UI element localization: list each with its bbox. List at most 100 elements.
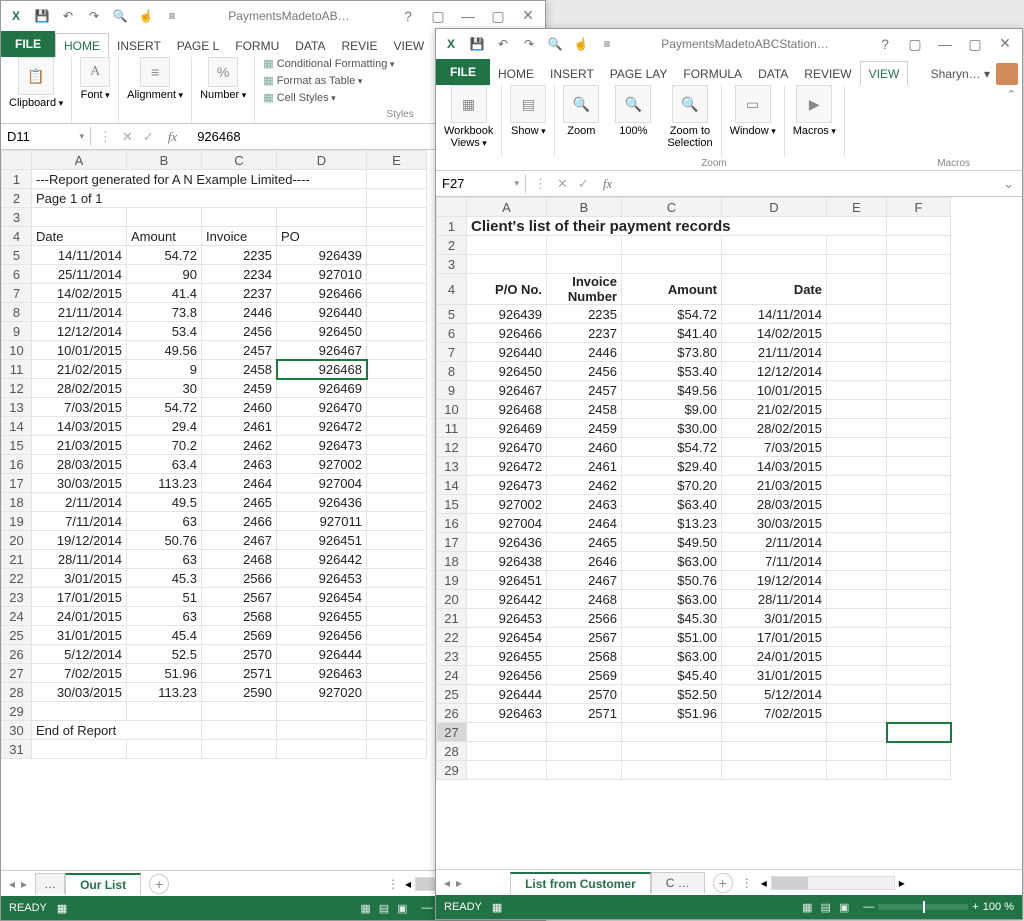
tab-file[interactable]: FILE <box>436 59 490 85</box>
grid-area[interactable]: ABCDEF1Client's list of their payment re… <box>436 197 1022 869</box>
tab-home[interactable]: HOME <box>55 33 109 57</box>
ribbon-group-font[interactable]: A Font <box>72 57 119 123</box>
ribbon-display-icon[interactable]: ▢ <box>427 8 449 25</box>
paste-icon[interactable]: 📋 <box>18 57 54 95</box>
sheet-tab-ourlist[interactable]: Our List <box>65 873 141 895</box>
ribbon-display-icon[interactable]: ▢ <box>904 36 926 53</box>
redo-icon[interactable]: ↷ <box>85 7 103 25</box>
tab-view[interactable]: VIEW <box>386 34 433 57</box>
tab-data[interactable]: DATA <box>750 62 796 85</box>
enter-formula-icon[interactable]: ✓ <box>143 129 154 145</box>
ribbon-group-number[interactable]: % Number <box>192 57 255 123</box>
help-icon[interactable]: ? <box>874 36 896 53</box>
minimize-icon[interactable]: — <box>934 36 956 53</box>
sheet-tab-c[interactable]: C … <box>651 872 705 893</box>
tab-pagelayout[interactable]: PAGE LAY <box>602 62 676 85</box>
horizontal-scrollbar[interactable]: ◂▸ <box>761 876 911 890</box>
fx-icon[interactable]: fx <box>164 129 181 145</box>
zoom-button-icon[interactable]: 🔍 <box>563 85 599 123</box>
save-icon[interactable]: 💾 <box>33 7 51 25</box>
tab-data[interactable]: DATA <box>287 34 333 57</box>
tab-home[interactable]: HOME <box>490 62 542 85</box>
qat-more-icon[interactable]: ≡ <box>163 7 181 25</box>
view-shortcuts[interactable]: ▦▤▣ <box>798 901 853 914</box>
number-icon[interactable]: % <box>208 57 238 87</box>
ribbon-group-clipboard[interactable]: 📋 Clipboard <box>1 57 72 123</box>
close-icon[interactable]: × <box>994 36 1016 53</box>
ribbon-workbook-views[interactable]: ▦ Workbook Views <box>436 85 502 157</box>
sheet-nav[interactable]: ◂▸ <box>1 877 35 891</box>
zoom-icon[interactable]: 🔍 <box>111 7 129 25</box>
macro-icon[interactable]: ▦ <box>57 902 67 915</box>
cancel-formula-icon[interactable]: ✕ <box>122 129 133 145</box>
zoom-icon[interactable]: 🔍 <box>546 35 564 53</box>
qat-more-icon[interactable]: ≡ <box>598 35 616 53</box>
add-sheet-button[interactable]: + <box>713 873 733 893</box>
ribbon-macros[interactable]: ▶ Macros <box>785 85 845 157</box>
maximize-icon[interactable]: ▢ <box>487 8 509 25</box>
expand-formula-icon[interactable]: ⌄ <box>995 176 1022 192</box>
font-icon[interactable]: A <box>80 57 110 87</box>
excel-icon: X <box>442 35 460 53</box>
tab-file[interactable]: FILE <box>1 31 55 57</box>
account-name[interactable]: Sharyn… ▾ <box>925 63 996 85</box>
minimize-icon[interactable]: — <box>457 8 479 25</box>
fx-icon[interactable]: fx <box>599 176 616 192</box>
zoom-100-icon[interactable]: 🔍 <box>615 85 651 123</box>
window-icon[interactable]: ▭ <box>735 85 771 123</box>
ribbon-zoom-selection[interactable]: 🔍 Zoom to Selection <box>659 85 721 157</box>
ribbon-window[interactable]: ▭ Window <box>722 85 785 157</box>
cancel-formula-icon[interactable]: ✕ <box>557 176 568 192</box>
ribbon-group-alignment[interactable]: ≡ Alignment <box>119 57 192 123</box>
enter-formula-icon[interactable]: ✓ <box>578 176 589 192</box>
ribbon-zoom[interactable]: 🔍 Zoom <box>555 85 607 157</box>
name-box[interactable]: D11 <box>1 127 91 146</box>
zoom-selection-icon[interactable]: 🔍 <box>672 85 708 123</box>
tab-formulas[interactable]: FORMU <box>227 34 287 57</box>
touch-icon[interactable]: ☝ <box>137 7 155 25</box>
worksheet-grid[interactable]: ABCDEF1Client's list of their payment re… <box>436 197 951 780</box>
titlebar[interactable]: X 💾 ↶ ↷ 🔍 ☝ ≡ PaymentsMadetoAB… ? ▢ — ▢ … <box>1 1 545 31</box>
sheet-options-icon[interactable]: ⋮ <box>733 876 761 890</box>
undo-icon[interactable]: ↶ <box>59 7 77 25</box>
tab-insert[interactable]: INSERT <box>109 34 169 57</box>
zoom-slider[interactable]: —+100 % <box>863 901 1014 913</box>
close-icon[interactable]: × <box>517 8 539 25</box>
titlebar[interactable]: X 💾 ↶ ↷ 🔍 ☝ ≡ PaymentsMadetoABCStation… … <box>436 29 1022 59</box>
save-icon[interactable]: 💾 <box>468 35 486 53</box>
maximize-icon[interactable]: ▢ <box>964 36 986 53</box>
tab-pagelayout[interactable]: PAGE L <box>169 34 227 57</box>
collapse-ribbon-icon[interactable]: ˆ <box>1001 85 1022 157</box>
show-icon[interactable]: ▤ <box>510 85 546 123</box>
macro-icon[interactable]: ▦ <box>492 901 502 914</box>
workbook-views-icon[interactable]: ▦ <box>451 85 487 123</box>
touch-icon[interactable]: ☝ <box>572 35 590 53</box>
formula-dots-icon[interactable]: ⋮ <box>99 129 112 145</box>
add-sheet-button[interactable]: + <box>149 874 169 894</box>
tab-insert[interactable]: INSERT <box>542 62 602 85</box>
alignment-icon[interactable]: ≡ <box>140 57 170 87</box>
conditional-formatting-button[interactable]: Conditional Formatting <box>263 57 394 70</box>
format-as-table-button[interactable]: Format as Table <box>263 74 362 87</box>
formula-dots-icon[interactable]: ⋮ <box>534 176 547 192</box>
help-icon[interactable]: ? <box>397 8 419 25</box>
ribbon-100pct[interactable]: 🔍 100% <box>607 85 659 157</box>
tab-review[interactable]: REVIE <box>334 34 386 57</box>
sheet-tab-listfromcustomer[interactable]: List from Customer <box>510 872 651 894</box>
undo-icon[interactable]: ↶ <box>494 35 512 53</box>
sheet-options-icon[interactable]: ⋮ <box>381 877 405 891</box>
tab-formulas[interactable]: FORMULA <box>675 62 750 85</box>
worksheet-grid[interactable]: ABCDE1---Report generated for A N Exampl… <box>1 150 427 759</box>
cell-styles-button[interactable]: Cell Styles <box>263 91 335 104</box>
view-shortcuts[interactable]: ▦▤▣ <box>356 902 411 915</box>
tab-view[interactable]: VIEW <box>860 61 909 85</box>
macros-icon[interactable]: ▶ <box>796 85 832 123</box>
tab-review[interactable]: REVIEW <box>796 62 859 85</box>
redo-icon[interactable]: ↷ <box>520 35 538 53</box>
name-box[interactable]: F27 <box>436 174 526 193</box>
avatar[interactable] <box>996 63 1018 85</box>
sheet-tab-overflow[interactable]: … <box>35 873 65 894</box>
ribbon-show[interactable]: ▤ Show <box>502 85 555 157</box>
sheet-nav[interactable]: ◂▸ <box>436 876 470 890</box>
formula-input[interactable] <box>624 182 995 186</box>
